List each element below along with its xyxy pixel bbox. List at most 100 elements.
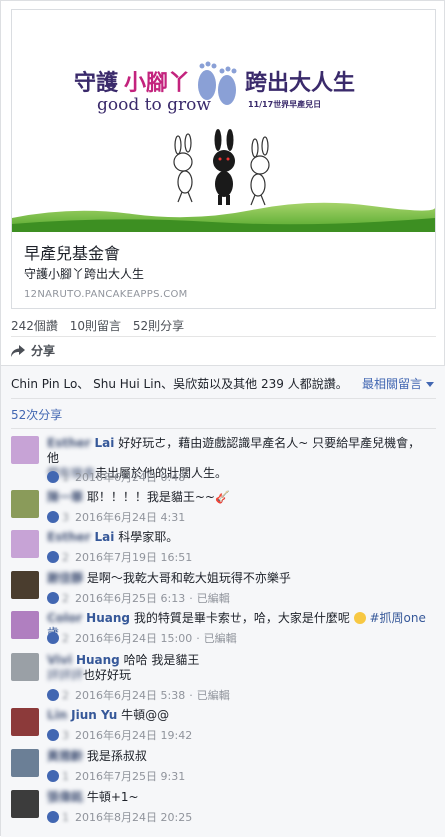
reaction-count[interactable]: 2 [62,689,69,702]
comment-meta: 1 2016年7月25日 9:31 [47,768,185,784]
comment-timestamp[interactable]: 2016年6月24日 15:00 [75,630,192,646]
facebook-post: 守護 小腳丫 跨出大人生 good to grow 11/17世界早產兒日 早產… [0,0,445,837]
comment-meta: 1 2016年8月24日 20:25 [47,809,192,825]
link-preview-card[interactable]: 守護 小腳丫 跨出大人生 good to grow 11/17世界早產兒日 早產… [11,9,436,309]
comment-text-blurred: 評評評 [47,668,84,682]
comment-text: 牛頓@@ [121,708,170,722]
comment-author-blurred[interactable]: Esther [47,530,91,544]
link-domain: 12NARUTO.PANCAKEAPPS.COM [24,289,188,300]
like-icon [47,632,59,644]
comment-author[interactable]: Huang [86,611,130,625]
reaction-count[interactable]: 2 [62,632,69,645]
avatar[interactable] [11,530,39,558]
divider [11,428,436,429]
comment-sort-dropdown[interactable]: 最相關留言 [362,375,434,392]
likes-count[interactable]: 242個讚 [11,319,58,333]
comment-author[interactable]: Lai [95,436,115,450]
edited-label[interactable]: 已編輯 [204,630,237,646]
reaction-count[interactable]: 3 [62,729,69,742]
comment-timestamp[interactable]: 2016年8月24日 20:25 [75,809,192,825]
like-icon [47,592,59,604]
reaction-count[interactable]: 1 [62,811,69,824]
comment-meta: 3 2016年6月24日 4:31 [47,509,185,525]
comment-body: 陳一華 耶！！！！我是貓王~~🎸 [47,490,432,505]
link-title[interactable]: 早產兒基金會 [24,240,120,264]
comment-text: 我的特質是畢卡索ㄝ，哈，大家是什麼呢 [133,611,350,625]
comment-timestamp[interactable]: 2016年7月19日 16:51 [75,549,192,565]
liker-name[interactable]: Shu Hui Lin [93,377,161,391]
comment-body: 張偉銘 牛頓+1~ [47,790,432,805]
avatar[interactable] [11,436,39,464]
comment-timestamp[interactable]: 2016年6月24日 19:42 [75,727,192,743]
comment-text: 也好好玩 [83,668,132,682]
comment-author-blurred[interactable]: 張偉銘 [47,790,83,804]
comment-author[interactable]: Huang [76,653,120,667]
comment-body: Vivi Huang 哈哈 我是貓王 評評評也好好玩 [47,653,432,683]
banner-event-text: 11/17世界早產兒日 [248,99,321,109]
share-label: 分享 [31,344,56,358]
comment-meta: 2 2016年6月24日 15:00 · 已編輯 [47,630,237,646]
comment-timestamp[interactable]: 2016年6月24日 5:38 [75,687,185,703]
avatar[interactable] [11,571,39,599]
comment-timestamp[interactable]: 2016年6月24日 4:31 [75,509,185,525]
comment-body: Esther Lai 科學家耶。 [47,530,432,545]
comment-timestamp[interactable]: 2016年7月25日 9:31 [75,768,185,784]
comment-timestamp[interactable]: 2016年6月25日 6:13 [75,590,185,606]
comment-author-blurred[interactable]: Color [47,611,82,625]
comment-body: 黃雅齡 我是孫叔叔 [47,749,432,764]
divider [11,398,436,399]
comment-meta: 2 2016年7月19日 16:51 [47,549,192,565]
comment-author-blurred[interactable]: Lin [47,708,67,722]
shares-link[interactable]: 52次分享 [11,406,62,423]
comment-author[interactable]: Jiun Yu [71,708,117,722]
smile-emoji-icon [353,612,366,624]
comment-text: 是啊～我乾大哥和乾大姐玩得不亦樂乎 [86,571,291,585]
reaction-count[interactable]: 2 [62,551,69,564]
edited-label[interactable]: 已編輯 [197,687,230,703]
comment-author-blurred[interactable]: 謝佳靜 [47,571,83,585]
like-icon [47,511,59,523]
divider [11,336,436,337]
shares-count[interactable]: 52則分享 [133,319,184,333]
avatar[interactable] [11,749,39,777]
reaction-count[interactable]: 2 [62,592,69,605]
reaction-count[interactable]: 1 [62,770,69,783]
liker-name[interactable]: Chin Pin Lo [11,377,77,391]
share-button[interactable]: 分享 [11,342,55,359]
reaction-count[interactable]: 1 [62,471,69,484]
banner-right-text: 跨出大人生 [245,71,355,96]
avatar[interactable] [11,611,39,639]
avatar[interactable] [11,708,39,736]
like-icon [47,770,59,782]
chevron-down-icon [426,382,434,387]
comment-text: 牛頓+1~ [86,790,139,804]
comments-count[interactable]: 10則留言 [70,319,121,333]
comment-author-blurred[interactable]: 黃雅齡 [47,749,83,763]
share-arrow-icon [11,344,25,357]
avatar[interactable] [11,490,39,518]
comment-author-blurred[interactable]: 陳一華 [47,490,83,504]
comment-author-blurred[interactable]: Esther [47,436,91,450]
avatar[interactable] [11,790,39,818]
edited-label[interactable]: 已編輯 [197,590,230,606]
like-icon [47,729,59,741]
avatar[interactable] [11,653,39,681]
comment-timestamp[interactable]: 2016年6月24日 0:48 [75,469,185,485]
comment-text: 哈哈 我是貓王 [123,653,200,667]
comment-body: 謝佳靜 是啊～我乾大哥和乾大姐玩得不亦樂乎 [47,571,432,586]
comment-text: 科學家耶。 [118,530,179,544]
comment-author[interactable]: Lai [95,530,115,544]
banner-left-text: 守護 [74,70,119,96]
separator: 、 [77,377,90,391]
reaction-count[interactable]: 3 [62,511,69,524]
comment-author-blurred[interactable]: Vivi [47,653,72,667]
link-preview-image[interactable]: 守護 小腳丫 跨出大人生 good to grow 11/17世界早產兒日 [12,10,435,232]
comment-meta: 2 2016年6月25日 6:13 · 已編輯 [47,590,230,606]
comment-meta: 2 2016年6月24日 5:38 · 已編輯 [47,687,230,703]
like-icon [47,689,59,701]
like-icon [47,471,59,483]
banner-illustration: 守護 小腳丫 跨出大人生 good to grow 11/17世界早產兒日 [12,10,435,232]
banner-accent-text: 小腳丫 [124,71,190,96]
comment-text: 我是孫叔叔 [86,749,147,763]
comment-meta: 3 2016年6月24日 19:42 [47,727,192,743]
